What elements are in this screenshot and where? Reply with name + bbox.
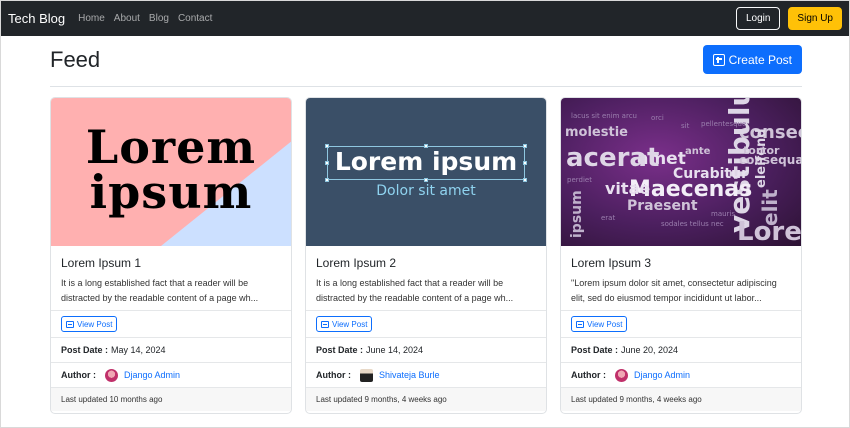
author-row: Author : Shivateja Burle (306, 363, 546, 388)
post-excerpt: It is a long established fact that a rea… (61, 278, 259, 303)
create-post-label: Create Post (728, 52, 792, 67)
nav-links: Home About Blog Contact (78, 13, 221, 24)
author-link[interactable]: Django Admin (634, 370, 690, 380)
post-thumbnail[interactable]: consec vestibulum Maecenas amet acerat L… (561, 98, 801, 246)
post-date-label: Post Date : (316, 345, 364, 355)
nav-link-about[interactable]: About (114, 13, 140, 24)
post-date-label: Post Date : (571, 345, 619, 355)
svg-text:erat: erat (601, 214, 615, 222)
post-feed: Lorem ipsum Lorem Ipsum 1 It is a long e… (50, 97, 802, 414)
author-row: Author : Django Admin (51, 363, 291, 388)
word-cloud-word: Curabitur (673, 166, 748, 182)
page-title: Feed (50, 47, 101, 72)
selection-handle (523, 178, 527, 182)
word-cloud-word: tortor (743, 144, 780, 157)
svg-text:sit: sit (681, 122, 690, 130)
view-post-button[interactable]: View Post (61, 316, 118, 332)
svg-text:lacus sit enim arcu: lacus sit enim arcu (571, 112, 637, 120)
auth-buttons: Login Sign Up (735, 7, 842, 30)
post-title: Lorem Ipsum 1 (61, 256, 142, 270)
author-label: Author : (571, 370, 606, 380)
author-row: Author : Django Admin (561, 363, 801, 388)
card-body: Lorem Ipsum 3 "Lorem ipsum dolor sit ame… (561, 246, 801, 311)
card-footer: Last updated 9 months, 4 weeks ago (561, 388, 801, 411)
avatar (615, 368, 628, 382)
post-date-value: June 14, 2024 (366, 345, 424, 355)
word-cloud: consec vestibulum Maecenas amet acerat L… (565, 98, 801, 246)
brand-link[interactable]: Tech Blog (8, 11, 65, 26)
last-updated: Last updated 9 months, 4 weeks ago (571, 395, 702, 404)
view-post-button[interactable]: View Post (316, 316, 373, 332)
post-excerpt: It is a long established fact that a rea… (316, 278, 514, 303)
svg-text:perdiet: perdiet (567, 176, 592, 184)
view-row: View Post (51, 311, 291, 338)
navbar: Tech Blog Home About Blog Contact Login … (1, 1, 849, 36)
author-label: Author : (61, 370, 96, 380)
view-icon (321, 320, 329, 328)
page-header: Feed Create Post (50, 45, 802, 87)
avatar (105, 368, 118, 382)
post-thumbnail[interactable]: Lorem ipsum Dolor sit amet (306, 98, 546, 246)
word-cloud-word: acerat (566, 143, 659, 173)
svg-text:orci: orci (651, 114, 664, 122)
thumbnail-text-line: ipsum (89, 165, 253, 219)
word-cloud-word: elit (758, 189, 782, 226)
post-date-value: June 20, 2024 (621, 345, 679, 355)
post-date-row: Post Date : June 20, 2024 (561, 338, 801, 363)
view-icon (66, 320, 74, 328)
word-cloud-word: molestie (565, 125, 628, 140)
card-footer: Last updated 10 months ago (51, 388, 291, 411)
view-post-label: View Post (332, 319, 368, 329)
nav-link-blog[interactable]: Blog (149, 13, 169, 24)
word-cloud-word: Praesent (627, 198, 698, 214)
browser-viewport: Tech Blog Home About Blog Contact Login … (1, 1, 849, 427)
word-cloud-word: eleifend (754, 128, 769, 188)
post-date-row: Post Date : May 14, 2024 (51, 338, 291, 363)
selection-handle (424, 178, 428, 182)
view-row: View Post (561, 311, 801, 338)
thumbnail-text-line: Dolor sit amet (376, 183, 476, 199)
view-post-label: View Post (77, 319, 113, 329)
post-excerpt: "Lorem ipsum dolor sit amet, consectetur… (571, 278, 777, 303)
view-post-label: View Post (587, 319, 623, 329)
author-link[interactable]: Django Admin (124, 370, 180, 380)
post-date-label: Post Date : (61, 345, 109, 355)
post-date-value: May 14, 2024 (111, 345, 166, 355)
post-card: Lorem ipsum Lorem Ipsum 1 It is a long e… (50, 97, 292, 414)
post-card: Lorem ipsum Dolor sit amet Lorem Ipsum 2… (305, 97, 547, 414)
selection-handle (325, 178, 329, 182)
view-post-button[interactable]: View Post (571, 316, 628, 332)
create-post-button[interactable]: Create Post (702, 45, 802, 74)
signup-button[interactable]: Sign Up (788, 7, 842, 30)
word-cloud-word: ante (685, 146, 711, 157)
author-label: Author : (316, 370, 351, 380)
login-button[interactable]: Login (735, 7, 781, 30)
nav-link-home[interactable]: Home (78, 13, 105, 24)
view-icon (576, 320, 584, 328)
word-cloud-word: ipsum (569, 190, 585, 238)
view-row: View Post (306, 311, 546, 338)
post-title: Lorem Ipsum 2 (316, 256, 397, 270)
avatar (360, 368, 373, 382)
thumbnail-text-line: Lorem ipsum (334, 147, 518, 176)
card-footer: Last updated 9 months, 4 weeks ago (306, 388, 546, 411)
nav-link-contact[interactable]: Contact (178, 13, 212, 24)
card-body: Lorem Ipsum 1 It is a long established f… (51, 246, 291, 311)
svg-text:pellentesque: pellentesque (701, 120, 746, 128)
post-date-row: Post Date : June 14, 2024 (306, 338, 546, 363)
card-body: Lorem Ipsum 2 It is a long established f… (306, 246, 546, 311)
post-title: Lorem Ipsum 3 (571, 256, 652, 270)
plus-square-icon (712, 53, 725, 66)
post-thumbnail[interactable]: Lorem ipsum (51, 98, 291, 246)
author-link[interactable]: Shivateja Burle (379, 370, 440, 380)
word-cloud-word: vitae (605, 179, 650, 198)
svg-text:sodales tellus nec: sodales tellus nec (661, 220, 724, 228)
last-updated: Last updated 10 months ago (61, 395, 163, 404)
svg-text:mauris: mauris (711, 210, 735, 218)
last-updated: Last updated 9 months, 4 weeks ago (316, 395, 447, 404)
post-card: consec vestibulum Maecenas amet acerat L… (560, 97, 802, 414)
